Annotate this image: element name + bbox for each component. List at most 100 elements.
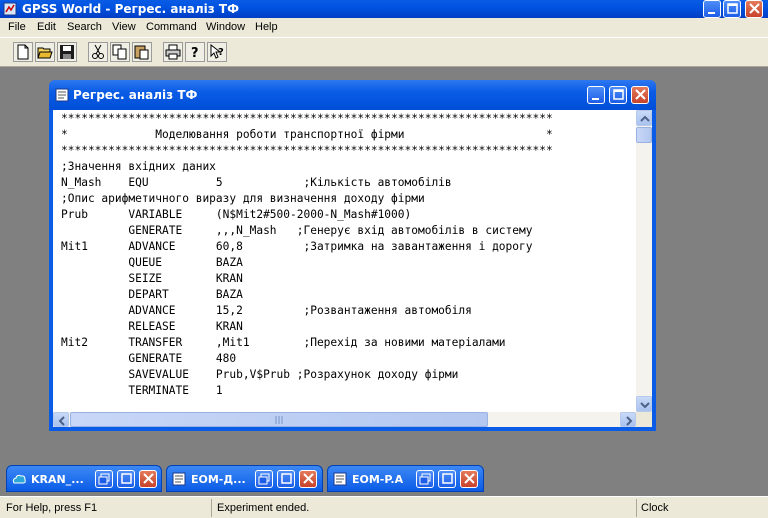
document-icon xyxy=(55,88,69,102)
code-line: TERMINATE 1 xyxy=(61,384,223,397)
restore-button[interactable] xyxy=(255,470,273,488)
save-button[interactable] xyxy=(57,42,77,62)
print-button[interactable] xyxy=(163,42,183,62)
code-line: SAVEVALUE Prub,V$Prub ;Розрахунок доходу… xyxy=(61,368,459,381)
document-maximize-button[interactable] xyxy=(609,86,627,104)
code-line: GENERATE ,,,N_Mash ;Генерує вхід автомоб… xyxy=(61,224,533,237)
maximize-icon xyxy=(442,473,453,484)
maximize-icon xyxy=(281,473,292,484)
context-help-icon: ? xyxy=(210,44,224,59)
minimized-window-eom-d[interactable]: EOM-Д... xyxy=(166,465,323,492)
minimized-title: EOM-Д... xyxy=(191,473,246,486)
maximize-button[interactable] xyxy=(277,470,295,488)
scroll-up-button[interactable] xyxy=(636,110,652,126)
scroll-corner xyxy=(636,412,652,427)
toolbar: ? ? xyxy=(0,37,768,67)
restore-button[interactable] xyxy=(416,470,434,488)
code-line: SEIZE KRAN xyxy=(61,272,243,285)
vertical-scrollbar[interactable] xyxy=(636,110,652,412)
cloud-icon xyxy=(12,474,26,484)
minimized-window-kran[interactable]: KRAN_... xyxy=(6,465,162,492)
cut-button[interactable] xyxy=(88,42,108,62)
scroll-down-button[interactable] xyxy=(636,396,652,412)
paste-icon xyxy=(134,45,149,60)
close-button[interactable] xyxy=(460,470,478,488)
code-line: Mit1 ADVANCE 60,8 ;Затримка на завантаже… xyxy=(61,240,533,253)
svg-text:?: ? xyxy=(218,47,224,58)
minimize-icon xyxy=(708,12,715,14)
app-close-button[interactable] xyxy=(745,0,763,18)
app-minimize-button[interactable] xyxy=(703,0,721,18)
maximize-icon xyxy=(613,89,624,100)
code-line: ADVANCE 15,2 ;Розвантаження автомобіля xyxy=(61,304,472,317)
cut-icon xyxy=(92,44,104,59)
new-button[interactable] xyxy=(13,42,33,62)
close-icon xyxy=(635,89,646,100)
restore-icon xyxy=(419,473,431,485)
horizontal-scrollbar[interactable] xyxy=(53,412,636,427)
code-line: QUEUE BAZA xyxy=(61,256,243,269)
code-line: RELEASE KRAN xyxy=(61,320,243,333)
menu-help[interactable]: Help xyxy=(255,21,278,33)
restore-button[interactable] xyxy=(95,470,113,488)
status-help-text: For Help, press F1 xyxy=(6,502,98,514)
status-bar: For Help, press F1 Experiment ended. Clo… xyxy=(0,496,768,518)
status-clock: Clock xyxy=(641,502,669,514)
code-line: Mit2 TRANSFER ,Mit1 ;Перехід за новими м… xyxy=(61,336,506,349)
arrow-right-icon xyxy=(626,416,633,426)
menu-view[interactable]: View xyxy=(112,21,136,33)
code-line: N_Mash EQU 5 ;Кількість автомобілів xyxy=(61,176,452,189)
copy-button[interactable] xyxy=(110,42,130,62)
new-icon xyxy=(17,44,29,60)
close-button[interactable] xyxy=(299,470,317,488)
code-line: Prub VARIABLE (N$Mit2#500-2000-N_Mash#10… xyxy=(61,208,412,221)
vertical-scroll-thumb[interactable] xyxy=(636,127,652,143)
code-line: ;Опис арифметичного виразу для визначенн… xyxy=(61,192,425,205)
menu-search[interactable]: Search xyxy=(67,21,102,33)
code-line: * Моделювання роботи транспортної фірми … xyxy=(61,128,553,141)
document-icon xyxy=(333,472,347,486)
grip-icon xyxy=(275,416,283,424)
horizontal-scroll-thumb[interactable] xyxy=(70,412,488,427)
context-help-button[interactable]: ? xyxy=(207,42,227,62)
gpss-app-icon xyxy=(3,2,17,16)
menu-bar: File Edit Search View Command Window Hel… xyxy=(0,18,768,37)
paste-button[interactable] xyxy=(132,42,152,62)
help-button[interactable]: ? xyxy=(185,42,205,62)
open-button[interactable] xyxy=(35,42,55,62)
code-line: ;Значення вхідних даних xyxy=(61,160,216,173)
status-divider xyxy=(211,499,212,517)
code-line: GENERATE 480 xyxy=(61,352,237,365)
help-icon: ? xyxy=(191,46,199,60)
document-title-bar[interactable]: Регрес. аналіз ТФ xyxy=(49,80,656,110)
arrow-down-icon xyxy=(640,402,650,409)
minimized-window-eom-pa[interactable]: EOM-P.A xyxy=(327,465,484,492)
document-minimize-button[interactable] xyxy=(587,86,605,104)
menu-edit[interactable]: Edit xyxy=(37,21,56,33)
app-title-bar: GPSS World - Регрес. аналіз ТФ xyxy=(0,0,768,18)
document-icon xyxy=(172,472,186,486)
code-line: ****************************************… xyxy=(61,144,553,157)
maximize-icon xyxy=(121,473,132,484)
code-line: ****************************************… xyxy=(61,112,553,125)
svg-text:?: ? xyxy=(191,46,199,60)
close-button[interactable] xyxy=(139,470,157,488)
document-title: Регрес. аналіз ТФ xyxy=(73,88,198,102)
menu-command[interactable]: Command xyxy=(146,21,197,33)
maximize-button[interactable] xyxy=(117,470,135,488)
maximize-button[interactable] xyxy=(438,470,456,488)
close-icon xyxy=(143,473,154,484)
minimized-title: EOM-P.A xyxy=(352,473,404,486)
copy-icon xyxy=(112,44,127,60)
document-body: ****************************************… xyxy=(53,110,652,427)
app-maximize-button[interactable] xyxy=(723,0,741,18)
code-editor[interactable]: ****************************************… xyxy=(53,110,636,412)
arrow-up-icon xyxy=(640,115,650,122)
document-close-button[interactable] xyxy=(631,86,649,104)
code-line: DEPART BAZA xyxy=(61,288,243,301)
menu-file[interactable]: File xyxy=(8,21,26,33)
menu-window[interactable]: Window xyxy=(206,21,245,33)
scroll-right-button[interactable] xyxy=(620,412,636,427)
maximize-icon xyxy=(727,3,738,14)
scroll-left-button[interactable] xyxy=(53,412,69,427)
